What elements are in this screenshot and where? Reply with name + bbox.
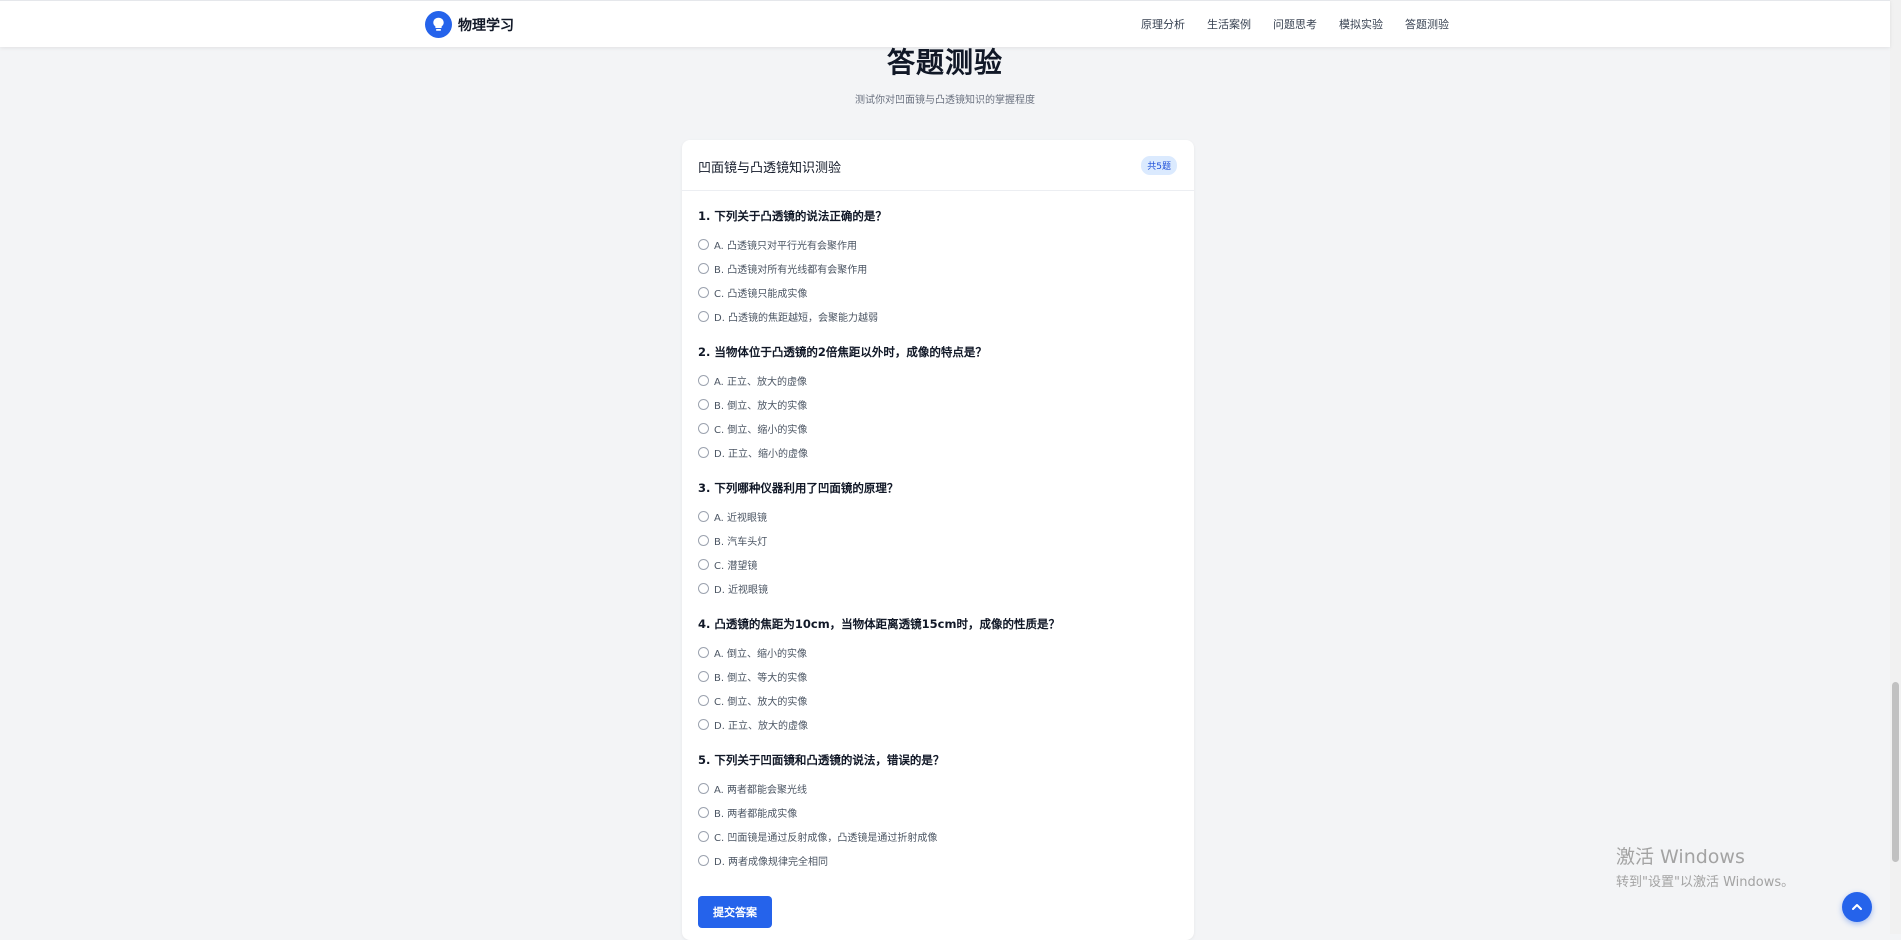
submit-answers-button[interactable]: 提交答案 xyxy=(698,896,772,928)
question-title: 3. 下列哪种仪器利用了凹面镜的原理？ xyxy=(698,481,899,495)
section-subtitle: 测试你对凹面镜与凸透镜知识的掌握程度 xyxy=(855,95,1035,106)
question-4: 4. 凸透镜的焦距为10cm，当物体距离透镜15cm时，成像的性质是？ A. 倒… xyxy=(698,616,1178,752)
radio-button[interactable] xyxy=(698,262,709,274)
watermark-title: 激活 Windows xyxy=(1616,846,1745,868)
option-1c[interactable]: C. 凸透镜只能成实像 xyxy=(698,280,1178,304)
radio-button[interactable] xyxy=(698,718,709,730)
option-2d[interactable]: D. 正立、缩小的虚像 xyxy=(698,440,1178,464)
option-label: C. 潜望镜 xyxy=(714,560,758,572)
nav-item-principle[interactable]: 原理分析 xyxy=(1141,16,1185,32)
back-to-top-button[interactable] xyxy=(1842,892,1872,922)
radio-button[interactable] xyxy=(698,510,709,522)
option-label: B. 凸透镜对所有光线都有会聚作用 xyxy=(714,264,868,276)
option-label: D. 两者成像规律完全相同 xyxy=(714,856,829,868)
option-5a[interactable]: A. 两者都能会聚光线 xyxy=(698,776,1178,800)
option-3d[interactable]: D. 近视眼镜 xyxy=(698,576,1178,600)
option-2b[interactable]: B. 倒立、放大的实像 xyxy=(698,392,1178,416)
section-title: 答题测验 xyxy=(886,46,1003,79)
radio-button[interactable] xyxy=(698,422,709,434)
option-3b[interactable]: B. 汽车头灯 xyxy=(698,528,1178,552)
option-label: C. 凹面镜是通过反射成像，凸透镜是通过折射成像 xyxy=(714,832,938,844)
quiz-title: 凹面镜与凸透镜知识测验 xyxy=(698,161,842,176)
radio-button[interactable] xyxy=(698,582,709,594)
option-2c[interactable]: C. 倒立、缩小的实像 xyxy=(698,416,1178,440)
question-5: 5. 下列关于凹面镜和凸透镜的说法，错误的是？ A. 两者都能会聚光线 B. 两… xyxy=(698,752,1178,888)
option-4d[interactable]: D. 正立、放大的虚像 xyxy=(698,712,1178,736)
option-label: A. 近视眼镜 xyxy=(714,512,768,524)
main-nav: 原理分析 生活案例 问题思考 模拟实验 答题测验 xyxy=(1141,16,1449,32)
top-navbar: 物理学习 原理分析 生活案例 问题思考 模拟实验 答题测验 xyxy=(0,0,1890,47)
nav-item-quiz[interactable]: 答题测验 xyxy=(1405,16,1449,32)
windows-activation-watermark: 激活 Windows 转到"设置"以激活 Windows。 xyxy=(1616,842,1794,890)
option-label: B. 倒立、放大的实像 xyxy=(714,400,808,412)
option-4b[interactable]: B. 倒立、等大的实像 xyxy=(698,664,1178,688)
option-label: A. 两者都能会聚光线 xyxy=(714,784,808,796)
option-5d[interactable]: D. 两者成像规律完全相同 xyxy=(698,848,1178,872)
option-label: A. 凸透镜只对平行光有会聚作用 xyxy=(714,240,858,252)
radio-button[interactable] xyxy=(698,854,709,866)
nav-item-questions[interactable]: 问题思考 xyxy=(1273,16,1317,32)
option-label: A. 倒立、缩小的实像 xyxy=(714,648,808,660)
radio-button[interactable] xyxy=(698,534,709,546)
nav-item-simulation[interactable]: 模拟实验 xyxy=(1339,16,1383,32)
option-label: C. 凸透镜只能成实像 xyxy=(714,288,808,300)
option-label: D. 凸透镜的焦距越短，会聚能力越弱 xyxy=(714,312,879,324)
option-label: C. 倒立、放大的实像 xyxy=(714,696,808,708)
radio-button[interactable] xyxy=(698,238,709,250)
radio-button[interactable] xyxy=(698,830,709,842)
option-5b[interactable]: B. 两者都能成实像 xyxy=(698,800,1178,824)
radio-button[interactable] xyxy=(698,558,709,570)
radio-button[interactable] xyxy=(698,694,709,706)
question-title: 4. 凸透镜的焦距为10cm，当物体距离透镜15cm时，成像的性质是？ xyxy=(698,617,1060,631)
nav-item-cases[interactable]: 生活案例 xyxy=(1207,16,1251,32)
quiz-card: 凹面镜与凸透镜知识测验 共5题 1. 下列关于凸透镜的说法正确的是？ A. 凸透… xyxy=(682,140,1194,940)
radio-button[interactable] xyxy=(698,310,709,322)
question-1: 1. 下列关于凸透镜的说法正确的是？ A. 凸透镜只对平行光有会聚作用 B. 凸… xyxy=(698,208,1178,344)
option-1d[interactable]: D. 凸透镜的焦距越短，会聚能力越弱 xyxy=(698,304,1178,328)
option-3a[interactable]: A. 近视眼镜 xyxy=(698,504,1178,528)
option-5c[interactable]: C. 凹面镜是通过反射成像，凸透镜是通过折射成像 xyxy=(698,824,1178,848)
option-1b[interactable]: B. 凸透镜对所有光线都有会聚作用 xyxy=(698,256,1178,280)
option-2a[interactable]: A. 正立、放大的虚像 xyxy=(698,368,1178,392)
option-label: D. 正立、放大的虚像 xyxy=(714,720,809,732)
scrollbar-thumb[interactable] xyxy=(1892,682,1899,862)
radio-button[interactable] xyxy=(698,374,709,386)
question-2: 2. 当物体位于凸透镜的2倍焦距以外时，成像的特点是？ A. 正立、放大的虚像 … xyxy=(698,344,1178,480)
watermark-subtitle: 转到"设置"以激活 Windows。 xyxy=(1616,875,1795,890)
option-1a[interactable]: A. 凸透镜只对平行光有会聚作用 xyxy=(698,232,1178,256)
quiz-card-header: 凹面镜与凸透镜知识测验 共5题 xyxy=(682,140,1194,191)
radio-button[interactable] xyxy=(698,646,709,658)
question-list: 1. 下列关于凸透镜的说法正确的是？ A. 凸透镜只对平行光有会聚作用 B. 凸… xyxy=(698,208,1178,888)
question-3: 3. 下列哪种仪器利用了凹面镜的原理？ A. 近视眼镜 B. 汽车头灯 C. 潜… xyxy=(698,480,1178,616)
option-label: D. 正立、缩小的虚像 xyxy=(714,448,809,460)
lightbulb-icon xyxy=(425,11,452,38)
option-label: B. 倒立、等大的实像 xyxy=(714,672,808,684)
option-3c[interactable]: C. 潜望镜 xyxy=(698,552,1178,576)
brand-name: 物理学习 xyxy=(458,17,514,34)
radio-button[interactable] xyxy=(698,446,709,458)
chevron-up-icon xyxy=(1852,904,1862,910)
option-label: D. 近视眼镜 xyxy=(714,584,769,596)
radio-button[interactable] xyxy=(698,398,709,410)
option-4a[interactable]: A. 倒立、缩小的实像 xyxy=(698,640,1178,664)
question-title: 1. 下列关于凸透镜的说法正确的是？ xyxy=(698,209,887,223)
radio-button[interactable] xyxy=(698,670,709,682)
radio-button[interactable] xyxy=(698,782,709,794)
radio-button[interactable] xyxy=(698,286,709,298)
question-title: 5. 下列关于凹面镜和凸透镜的说法，错误的是？ xyxy=(698,753,945,767)
option-label: A. 正立、放大的虚像 xyxy=(714,376,808,388)
option-label: B. 两者都能成实像 xyxy=(714,808,798,820)
option-label: C. 倒立、缩小的实像 xyxy=(714,424,808,436)
brand[interactable]: 物理学习 xyxy=(425,11,514,38)
question-count-badge: 共5题 xyxy=(1141,156,1177,175)
radio-button[interactable] xyxy=(698,806,709,818)
option-label: B. 汽车头灯 xyxy=(714,536,768,548)
question-title: 2. 当物体位于凸透镜的2倍焦距以外时，成像的特点是？ xyxy=(698,345,987,359)
page-scrollbar[interactable] xyxy=(1890,0,1901,934)
option-4c[interactable]: C. 倒立、放大的实像 xyxy=(698,688,1178,712)
